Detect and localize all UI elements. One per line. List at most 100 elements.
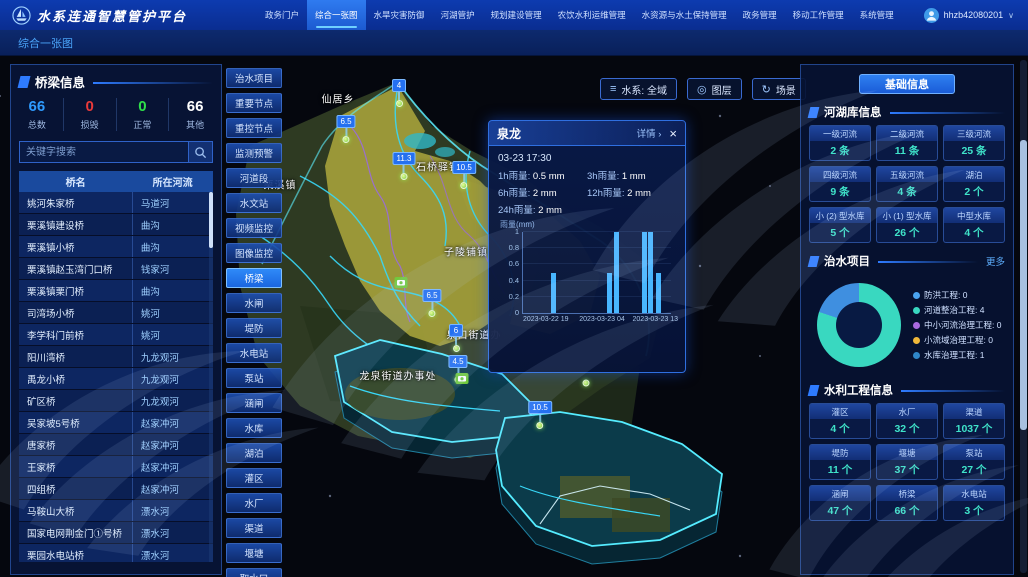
table-row[interactable]: 国家电网荆金门①号桥漂水河 bbox=[19, 522, 213, 544]
map-marker[interactable]: 6.5 bbox=[422, 289, 441, 317]
river-name-cell: 九龙观河 bbox=[132, 390, 213, 411]
layer-menu-item[interactable]: 取水口 bbox=[226, 568, 282, 577]
popup-detail-link[interactable]: 详情 › bbox=[637, 126, 662, 140]
layer-menu-item[interactable]: 治水项目 bbox=[226, 68, 282, 88]
table-row[interactable]: 矿区桥九龙观河 bbox=[19, 390, 213, 412]
stat-cell[interactable]: 湖泊2 个 bbox=[943, 166, 1005, 202]
nav-item[interactable]: 规划建设管理 bbox=[483, 0, 550, 30]
stat-cell[interactable]: 小 (1) 型水库26 个 bbox=[876, 207, 938, 243]
stat-cell[interactable]: 桥梁66 个 bbox=[876, 485, 938, 521]
table-row[interactable]: 司湾场小桥姚河 bbox=[19, 302, 213, 324]
table-row[interactable]: 李学科门前桥姚河 bbox=[19, 324, 213, 346]
table-row[interactable]: 吴家坡5号桥赵家冲河 bbox=[19, 412, 213, 434]
stat-cell[interactable]: 堤防11 个 bbox=[809, 444, 871, 480]
stat-cell[interactable]: 一级河流2 条 bbox=[809, 125, 871, 161]
table-row[interactable]: 王家桥赵家冲河 bbox=[19, 456, 213, 478]
table-scrollbar-thumb[interactable] bbox=[209, 192, 213, 248]
stat-cell[interactable]: 渠道1037 个 bbox=[943, 403, 1005, 439]
nav-item[interactable]: 农饮水利运维管理 bbox=[550, 0, 634, 30]
stat-cell[interactable]: 水厂32 个 bbox=[876, 403, 938, 439]
stat-cell[interactable]: 涵闸47 个 bbox=[809, 485, 871, 521]
nav-item[interactable]: 综合一张图 bbox=[307, 0, 366, 30]
table-row[interactable]: 栗溪镇小桥曲沟 bbox=[19, 236, 213, 258]
map-marker[interactable]: 4 bbox=[392, 79, 406, 107]
bridge-name-cell: 马鞍山大桥 bbox=[19, 504, 132, 518]
stat-cell[interactable]: 泵站27 个 bbox=[943, 444, 1005, 480]
page-scrollbar[interactable] bbox=[1020, 60, 1027, 573]
stat-cell[interactable]: 水电站3 个 bbox=[943, 485, 1005, 521]
stat-cell[interactable]: 四级河流9 条 bbox=[809, 166, 871, 202]
search-input[interactable] bbox=[20, 142, 188, 162]
layer-menu-item[interactable]: 监测预警 bbox=[226, 143, 282, 163]
nav-item[interactable]: 政务门户 bbox=[257, 0, 307, 30]
user-menu[interactable]: hhzb42080201 ∨ bbox=[924, 8, 1028, 23]
layer-menu-item[interactable]: 灌区 bbox=[226, 468, 282, 488]
nav-item[interactable]: 水资源与水土保持管理 bbox=[634, 0, 735, 30]
map-control-button[interactable]: ↻场景 bbox=[752, 78, 806, 100]
map-marker[interactable]: 10.5 bbox=[452, 161, 476, 189]
layer-menu-item[interactable]: 水厂 bbox=[226, 493, 282, 513]
camera-icon[interactable] bbox=[395, 275, 408, 293]
stat-cell[interactable]: 五级河流4 条 bbox=[876, 166, 938, 202]
table-row[interactable]: 马鞍山大桥漂水河 bbox=[19, 500, 213, 522]
nav-item[interactable]: 移动工作管理 bbox=[785, 0, 852, 30]
layer-menu-item[interactable]: 河道段 bbox=[226, 168, 282, 188]
camera-icon[interactable] bbox=[456, 371, 469, 389]
page-scrollbar-thumb[interactable] bbox=[1020, 140, 1027, 430]
layer-menu-item[interactable]: 水文站 bbox=[226, 193, 282, 213]
nav-item[interactable]: 水旱灾害防御 bbox=[366, 0, 433, 30]
table-row[interactable]: 栗溪镇建设桥曲沟 bbox=[19, 214, 213, 236]
map-station-dot[interactable] bbox=[583, 380, 590, 387]
table-row[interactable]: 四组桥赵家冲河 bbox=[19, 478, 213, 500]
map-control-button[interactable]: ◎图层 bbox=[687, 78, 742, 100]
layer-menu-item[interactable]: 堤防 bbox=[226, 318, 282, 338]
layer-menu-item[interactable]: 视频监控 bbox=[226, 218, 282, 238]
layer-menu-item[interactable]: 图像监控 bbox=[226, 243, 282, 263]
table-row[interactable]: 唐家桥赵家冲河 bbox=[19, 434, 213, 456]
tab-basic-info[interactable]: 基础信息 bbox=[859, 74, 955, 94]
close-icon[interactable]: × bbox=[669, 127, 677, 140]
map-marker[interactable]: 6 bbox=[449, 324, 463, 352]
layer-menu-item[interactable]: 桥梁 bbox=[226, 268, 282, 288]
popup-title: 泉龙 bbox=[497, 125, 521, 142]
breadcrumb[interactable]: 综合一张图 bbox=[0, 35, 73, 51]
map-control-button[interactable]: ≡水系: 全域 bbox=[600, 78, 677, 100]
map-town-label: 龙泉街道办事处 bbox=[360, 368, 437, 383]
project-donut-chart[interactable] bbox=[817, 283, 901, 367]
layer-menu-item[interactable]: 水闸 bbox=[226, 293, 282, 313]
layer-menu-item[interactable]: 堰塘 bbox=[226, 543, 282, 563]
table-row[interactable]: 禹龙小桥九龙观河 bbox=[19, 368, 213, 390]
map-marker[interactable]: 6.5 bbox=[336, 115, 355, 143]
stat-cell[interactable]: 堰塘37 个 bbox=[876, 444, 938, 480]
nav-item[interactable]: 政务管理 bbox=[735, 0, 785, 30]
layer-menu-item[interactable]: 水库 bbox=[226, 418, 282, 438]
layer-menu-item[interactable]: 涵闸 bbox=[226, 393, 282, 413]
map-marker[interactable]: 10.5 bbox=[528, 401, 552, 429]
layer-menu-item[interactable]: 渠道 bbox=[226, 518, 282, 538]
layer-menu-item[interactable]: 重控节点 bbox=[226, 118, 282, 138]
layer-menu-item[interactable]: 泵站 bbox=[226, 368, 282, 388]
table-row[interactable]: 栗溪镇栗门桥曲沟 bbox=[19, 280, 213, 302]
layer-menu: 治水项目重要节点重控节点监测预警河道段水文站视频监控图像监控桥梁水闸堤防水电站泵… bbox=[226, 68, 282, 577]
stat-cell[interactable]: 中型水库4 个 bbox=[943, 207, 1005, 243]
nav-item[interactable]: 系统管理 bbox=[852, 0, 902, 30]
stat-cell[interactable]: 小 (2) 型水库5 个 bbox=[809, 207, 871, 243]
bridge-info-panel: 桥梁信息 66总数0损毁0正常66其他 桥名所在河流 姚河朱家桥马道河栗溪镇建设… bbox=[10, 64, 222, 575]
stat-cell[interactable]: 三级河流25 条 bbox=[943, 125, 1005, 161]
nav-item[interactable]: 河湖管护 bbox=[433, 0, 483, 30]
map-marker[interactable]: 11.3 bbox=[393, 152, 416, 180]
table-row[interactable]: 栗溪镇赵玉湾门口桥钱家河 bbox=[19, 258, 213, 280]
bridge-stat: 66其他 bbox=[168, 98, 221, 131]
bridge-name-cell: 阳川湾桥 bbox=[19, 350, 132, 364]
layer-menu-item[interactable]: 水电站 bbox=[226, 343, 282, 363]
layer-menu-item[interactable]: 重要节点 bbox=[226, 93, 282, 113]
stat-cell[interactable]: 二级河流11 条 bbox=[876, 125, 938, 161]
table-row[interactable]: 姚河朱家桥马道河 bbox=[19, 192, 213, 214]
more-link[interactable]: 更多 bbox=[986, 254, 1005, 268]
table-row[interactable]: 栗园水电站桥漂水河 bbox=[19, 544, 213, 562]
search-button[interactable] bbox=[188, 142, 212, 162]
stat-cell[interactable]: 灌区4 个 bbox=[809, 403, 871, 439]
table-row[interactable]: 阳川湾桥九龙观河 bbox=[19, 346, 213, 368]
river-name-cell: 姚河 bbox=[132, 302, 213, 323]
layer-menu-item[interactable]: 湖泊 bbox=[226, 443, 282, 463]
